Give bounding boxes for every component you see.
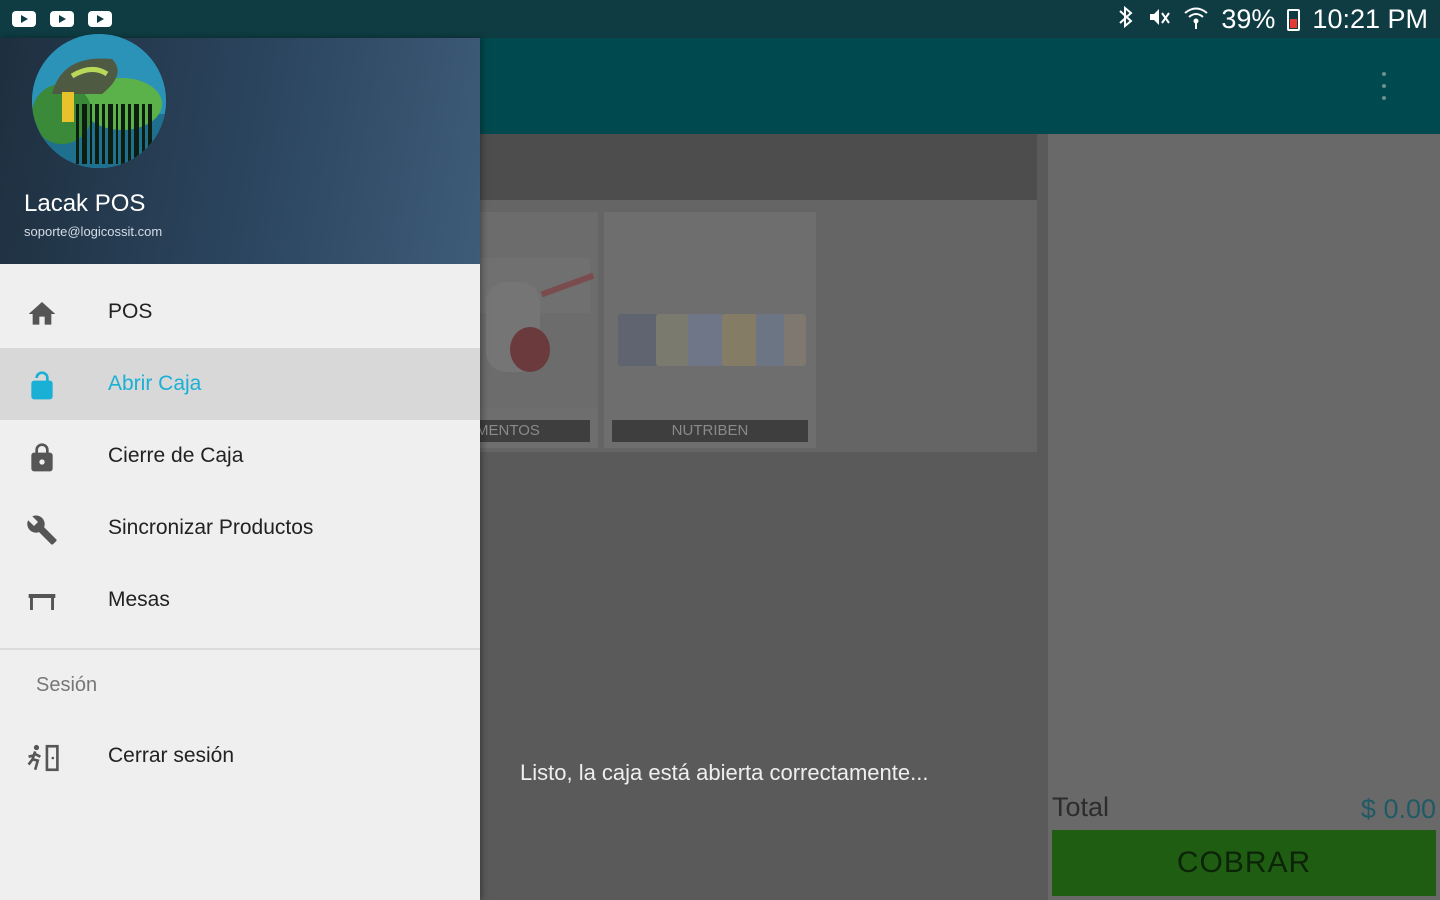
menu-item-sincronizar-productos[interactable]: Sincronizar Productos	[0, 492, 480, 564]
drawer-menu: POS Abrir Caja Cierre de Caja Sincroniza…	[0, 276, 480, 636]
app-name: Lacak POS	[24, 190, 146, 217]
youtube-notification-icon	[12, 11, 36, 27]
menu-item-label: Sincronizar Productos	[108, 516, 314, 539]
toast-message: Listo, la caja está abierta correctament…	[520, 760, 929, 785]
youtube-notification-icon	[50, 11, 74, 27]
category-bar	[480, 134, 1037, 200]
wrench-icon	[26, 514, 58, 546]
bluetooth-icon	[1117, 5, 1135, 35]
menu-item-cierre-de-caja[interactable]: Cierre de Caja	[0, 420, 480, 492]
navigation-drawer: Lacak POS soporte@logicossit.com POS Abr…	[0, 34, 480, 900]
lock-icon	[26, 442, 58, 474]
home-icon	[26, 298, 58, 330]
menu-item-label: Mesas	[108, 588, 170, 611]
cart-panel	[1048, 134, 1440, 900]
status-bar: 39% 10:21 PM	[0, 0, 1440, 38]
product-image	[604, 212, 816, 408]
total-row: Total $ 0.00	[1052, 790, 1438, 824]
menu-item-cerrar-sesion[interactable]: Cerrar sesión	[0, 720, 480, 792]
table-icon	[26, 586, 58, 618]
section-title-session: Sesión	[36, 674, 98, 696]
app-logo	[32, 34, 166, 168]
overflow-menu-icon[interactable]	[1376, 72, 1392, 100]
notification-icons	[12, 11, 112, 27]
product-card[interactable]: MENTOS	[480, 212, 598, 448]
product-label: NUTRIBEN	[612, 420, 808, 442]
product-grid: MENTOS NUTRIBEN	[480, 200, 1037, 452]
battery-icon	[1287, 8, 1301, 31]
divider	[0, 648, 480, 650]
menu-item-abrir-caja[interactable]: Abrir Caja	[0, 348, 480, 420]
drawer-header: Lacak POS soporte@logicossit.com	[0, 34, 480, 264]
charge-button[interactable]: COBRAR	[1052, 830, 1436, 896]
menu-item-label: Cierre de Caja	[108, 444, 244, 467]
exit-icon	[26, 742, 59, 774]
product-label: MENTOS	[480, 420, 590, 442]
status-indicators: 39% 10:21 PM	[1117, 4, 1428, 35]
user-email: soporte@logicossit.com	[24, 224, 163, 239]
clock: 10:21 PM	[1312, 4, 1428, 34]
product-image	[480, 212, 598, 408]
battery-percent: 39%	[1221, 4, 1276, 34]
menu-item-pos[interactable]: POS	[0, 276, 480, 348]
menu-item-label: Abrir Caja	[108, 372, 202, 395]
youtube-notification-icon	[88, 11, 112, 27]
product-card[interactable]: NUTRIBEN	[604, 212, 816, 448]
total-value: $ 0.00	[1360, 794, 1436, 824]
lock-open-icon	[26, 370, 58, 402]
wifi-icon	[1183, 5, 1209, 35]
total-label: Total	[1052, 792, 1110, 822]
mute-icon	[1147, 5, 1171, 35]
menu-item-mesas[interactable]: Mesas	[0, 564, 480, 636]
menu-item-label: POS	[108, 300, 153, 323]
menu-item-label: Cerrar sesión	[108, 744, 235, 767]
